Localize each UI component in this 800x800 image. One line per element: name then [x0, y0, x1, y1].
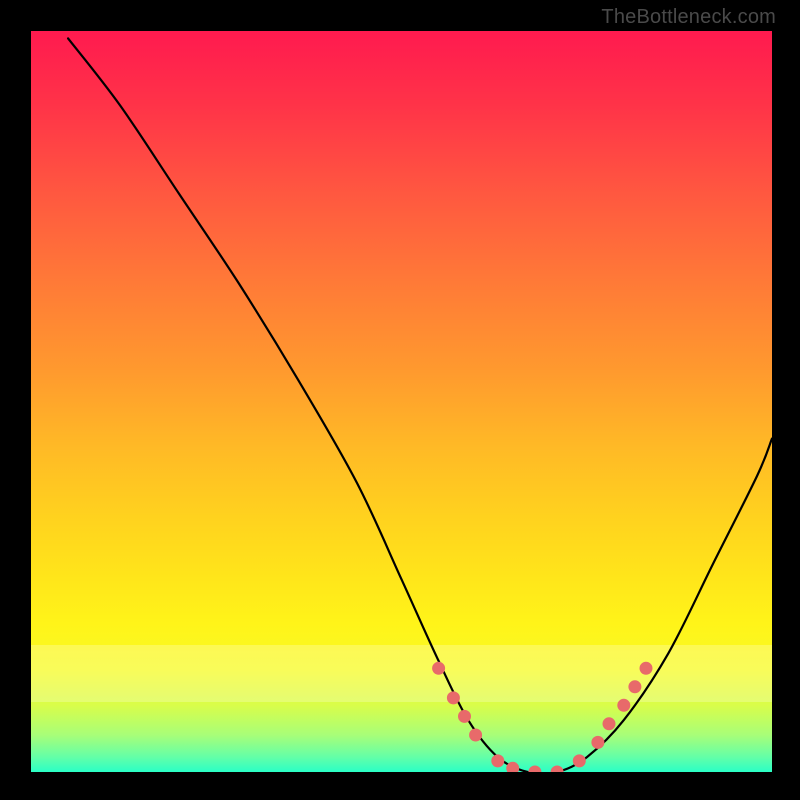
highlight-dot: [469, 729, 482, 742]
highlight-dot: [640, 662, 653, 675]
highlight-dot: [628, 680, 641, 693]
watermark-text: TheBottleneck.com: [601, 6, 776, 29]
highlight-dot: [603, 717, 616, 730]
highlight-dot: [432, 662, 445, 675]
curve-layer: [31, 31, 772, 772]
highlight-dot: [528, 766, 541, 773]
highlight-dot: [551, 766, 564, 773]
bottleneck-curve: [68, 38, 772, 772]
highlight-dot: [447, 691, 460, 704]
highlight-dot: [591, 736, 604, 749]
highlight-dot: [491, 754, 504, 767]
chart-frame: TheBottleneck.com: [0, 0, 800, 800]
highlight-band: [31, 645, 772, 703]
highlight-dots: [432, 662, 652, 772]
highlight-dot: [506, 762, 519, 772]
highlight-dot: [617, 699, 630, 712]
highlight-dot: [573, 754, 586, 767]
highlight-dot: [458, 710, 471, 723]
plot-area: [31, 31, 772, 772]
